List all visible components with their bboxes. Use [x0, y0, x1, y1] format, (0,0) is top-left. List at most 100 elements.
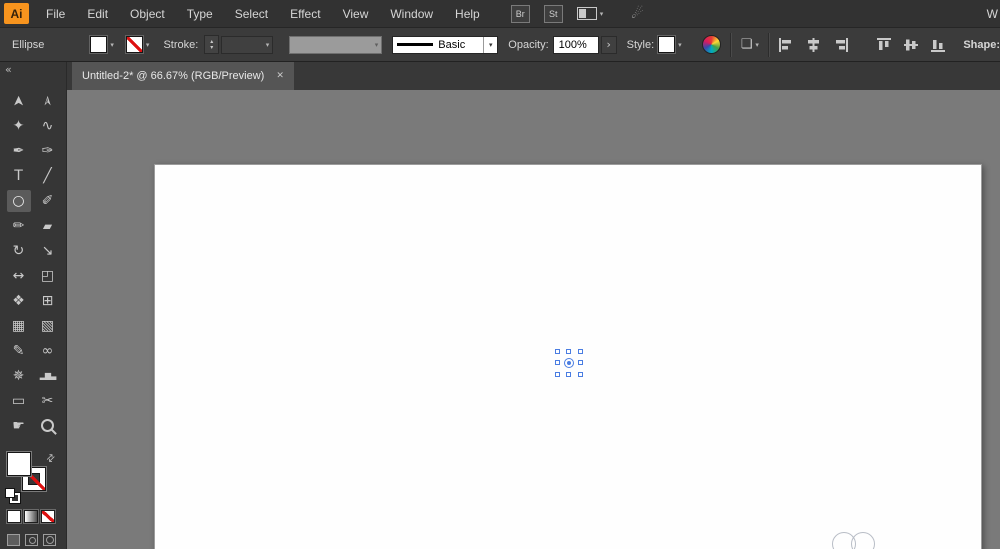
free-transform-tool[interactable]: ◰ [36, 265, 60, 287]
arrange-documents-button[interactable]: ▾ [576, 7, 604, 20]
scale-tool[interactable]: ↘ [36, 240, 60, 262]
vertical-align-top-button[interactable] [877, 37, 893, 52]
selection-tool[interactable]: ➤ [8, 89, 30, 113]
rotate-tool[interactable]: ↻ [7, 240, 31, 262]
horizontal-align-left-button[interactable] [779, 37, 795, 52]
stepper-down-icon[interactable]: ▾ [210, 44, 213, 51]
color-button[interactable] [7, 510, 21, 523]
swap-fill-stroke-icon[interactable]: ⇄ [44, 452, 58, 466]
direct-selection-tool[interactable]: ➢ [37, 89, 59, 113]
recolor-artwork-button[interactable] [701, 35, 721, 54]
chevron-down-icon[interactable]: ▾ [678, 41, 682, 49]
stock-button[interactable]: St [543, 4, 563, 23]
document-tab[interactable]: Untitled-2* @ 66.67% (RGB/Preview) ✕ [72, 62, 294, 90]
context-label: Ellipse [12, 38, 45, 51]
bridge-button[interactable]: Br [510, 4, 530, 23]
menu-help[interactable]: Help [444, 0, 491, 28]
style-swatch[interactable] [658, 36, 676, 53]
selection-handle[interactable] [566, 349, 571, 354]
menu-file[interactable]: File [35, 0, 76, 28]
opacity-input[interactable]: 100% [552, 35, 599, 54]
vertical-align-bottom-button[interactable] [931, 37, 947, 52]
gpu-performance-icon[interactable]: ☄ [631, 6, 644, 22]
chevron-down-icon[interactable]: ▾ [146, 41, 150, 49]
chevron-down-icon: ▾ [755, 40, 759, 49]
perspective-grid-tool[interactable]: ⊞ [36, 290, 60, 312]
menu-select[interactable]: Select [224, 0, 279, 28]
menu-effect[interactable]: Effect [279, 0, 331, 28]
eraser-tool[interactable]: ▰ [36, 215, 60, 237]
type-tool[interactable]: T [7, 165, 31, 187]
blend-tool[interactable]: ∞ [36, 340, 60, 362]
horizontal-align-right-icon [836, 37, 849, 52]
none-button[interactable] [41, 510, 55, 523]
default-fill-stroke-button[interactable] [5, 488, 21, 504]
magic-wand-tool[interactable]: ✦ [7, 115, 31, 137]
menu-window[interactable]: Window [379, 0, 444, 28]
vertical-align-center-button[interactable] [904, 37, 920, 52]
curvature-tool[interactable]: ✑ [36, 140, 60, 162]
pencil-tool[interactable]: ✏ [7, 215, 31, 237]
selection-handle[interactable] [578, 372, 583, 377]
chevron-down-icon[interactable]: ▾ [110, 41, 114, 49]
selection-handle[interactable] [555, 360, 560, 365]
gradient-tool[interactable]: ▧ [36, 315, 60, 337]
shape-builder-tool[interactable]: ❖ [7, 290, 31, 312]
ellipse-tool[interactable]: ○ [6, 189, 31, 212]
lasso-tool[interactable]: ∿ [36, 115, 60, 137]
slice-tool[interactable]: ✂ [36, 390, 60, 412]
draw-normal-button[interactable] [7, 534, 20, 546]
default-fill-icon [5, 488, 15, 498]
selection-handle[interactable] [578, 360, 583, 365]
stroke-color-swatch[interactable] [125, 36, 143, 53]
symbol-sprayer-tool[interactable]: ✵ [7, 365, 31, 387]
horizontal-align-center-button[interactable] [806, 37, 822, 52]
horizontal-align-left-icon [779, 37, 792, 52]
control-bar: Ellipse ▾ ▾ Stroke: ▴ ▾ ▾ ▾ Basic ▾ Opac… [0, 28, 1000, 62]
width-tool[interactable]: ↔ [7, 265, 31, 287]
fill-proxy[interactable] [7, 452, 31, 476]
menu-object[interactable]: Object [119, 0, 176, 28]
column-graph-tool[interactable]: ▂▆▃ [36, 365, 60, 387]
gradient-button[interactable] [24, 510, 38, 523]
menu-edit[interactable]: Edit [76, 0, 119, 28]
fill-color-swatch[interactable] [90, 36, 108, 53]
draw-inside-button[interactable] [43, 534, 56, 546]
center-point-widget[interactable] [567, 361, 571, 365]
pen-tool[interactable]: ✒ [7, 140, 31, 162]
paintbrush-tool[interactable]: ✐ [36, 190, 60, 212]
mesh-tool[interactable]: ▦ [7, 315, 31, 337]
selection-handle[interactable] [566, 372, 571, 377]
canvas-area[interactable] [67, 90, 1000, 549]
menu-type[interactable]: Type [176, 0, 224, 28]
tools-panel: « ➤ ➢ ✦ ∿ ✒ ✑ T ╱ ○ ✐ ✏ ▰ ↻ ↘ ↔ ◰ ❖ ⊞ ▦ … [0, 62, 67, 549]
chevron-down-icon[interactable]: ▾ [483, 36, 497, 53]
brush-definition-dropdown[interactable]: Basic ▾ [392, 35, 499, 54]
document-tab-bar: Untitled-2* @ 66.67% (RGB/Preview) ✕ [67, 62, 1000, 90]
vertical-align-top-icon [877, 37, 892, 50]
selection-handle[interactable] [578, 349, 583, 354]
chevron-down-icon: ▾ [599, 9, 604, 18]
zoom-tool[interactable] [36, 415, 60, 437]
horizontal-align-right-button[interactable] [833, 37, 849, 52]
document-setup-dropdown[interactable]: ❏ ▾ [741, 37, 759, 52]
arrange-documents-icon [576, 7, 597, 20]
opacity-more-button[interactable]: › [600, 35, 617, 54]
vertical-align-center-icon [904, 39, 919, 50]
selection-handle[interactable] [555, 349, 560, 354]
line-segment-tool[interactable]: ╱ [36, 165, 60, 187]
menu-view[interactable]: View [332, 0, 380, 28]
document-tab-title: Untitled-2* @ 66.67% (RGB/Preview) [82, 70, 265, 82]
selection-handle[interactable] [555, 372, 560, 377]
artboard-tool[interactable]: ▭ [7, 390, 31, 412]
stroke-weight-dropdown[interactable]: ▾ [221, 35, 274, 54]
selected-ellipse-object[interactable] [555, 349, 583, 377]
close-icon[interactable]: ✕ [276, 71, 284, 81]
artboard[interactable] [154, 164, 982, 549]
draw-behind-button[interactable] [25, 534, 38, 546]
eyedropper-tool[interactable]: ✎ [7, 340, 31, 362]
stroke-weight-stepper[interactable]: ▴ ▾ [204, 35, 220, 54]
hand-tool[interactable]: ☛ [7, 415, 31, 437]
ellipse-outline-object[interactable] [851, 532, 875, 549]
collapse-panel-button[interactable]: « [5, 63, 12, 76]
